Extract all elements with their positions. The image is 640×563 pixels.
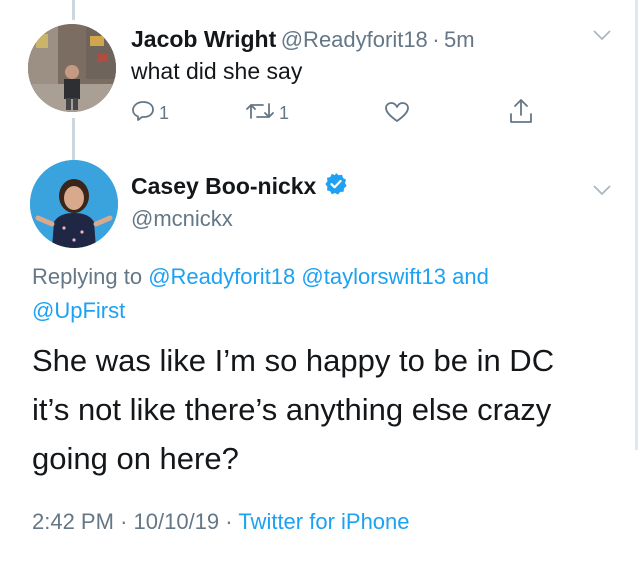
retweet-button[interactable]: 1 [245, 100, 289, 127]
reply-icon [131, 100, 155, 127]
avatar-jacob-wright[interactable] [28, 24, 116, 112]
tweet-time: 2:42 PM [32, 509, 114, 534]
separator: · [120, 509, 128, 534]
mention-link[interactable]: @Readyforit18 [148, 264, 295, 289]
scrollbar[interactable] [635, 0, 638, 450]
retweet-count: 1 [279, 103, 290, 123]
replying-prefix: Replying to [32, 264, 143, 289]
tweet-text: what did she say [131, 58, 303, 84]
author-handle[interactable]: @Readyforit18 [281, 27, 428, 52]
reply-count: 1 [159, 103, 170, 123]
tweet-text-line: She was like I’m so happy to be in DC [32, 343, 555, 378]
verified-badge-icon [324, 172, 348, 201]
tweet-text-line: it’s not like there’s anything else craz… [32, 392, 552, 427]
author-name[interactable]: Jacob Wright [131, 26, 276, 52]
thread-line [72, 118, 75, 160]
chevron-down-icon[interactable] [592, 28, 612, 47]
mention-link[interactable]: @taylorswift13 [301, 264, 446, 289]
tweet-text: She was like I’m so happy to be in DC it… [32, 336, 612, 483]
replying-and[interactable]: and [452, 264, 489, 289]
like-icon [384, 100, 410, 129]
share-button[interactable] [508, 97, 534, 130]
retweet-icon [245, 100, 275, 127]
share-icon [508, 97, 534, 130]
tweet-date: 10/10/19 [133, 509, 220, 534]
avatar-casey-boo-nickx[interactable] [30, 160, 118, 248]
tweet-time[interactable]: 5m [444, 27, 475, 52]
thread-line [72, 0, 75, 20]
like-button[interactable] [384, 100, 410, 129]
tweet-meta: 2:42 PM · 10/10/19 · Twitter for iPhone [32, 509, 410, 535]
tweet-header: Casey Boo-nickx [131, 172, 348, 201]
tweet-header: Jacob Wright @Readyforit18 · 5m [131, 26, 475, 53]
tweet-source-link[interactable]: Twitter for iPhone [238, 509, 409, 534]
author-handle[interactable]: @mcnickx [131, 206, 233, 232]
reply-button[interactable]: 1 [131, 100, 169, 127]
author-name[interactable]: Casey Boo-nickx [131, 173, 316, 200]
replying-to: Replying to @Readyforit18 @taylorswift13… [32, 260, 592, 328]
tweet-text-line: going on here? [32, 441, 239, 476]
separator: · [432, 27, 440, 52]
chevron-down-icon[interactable] [592, 183, 612, 202]
separator: · [225, 509, 233, 534]
mention-link[interactable]: @UpFirst [32, 298, 125, 323]
